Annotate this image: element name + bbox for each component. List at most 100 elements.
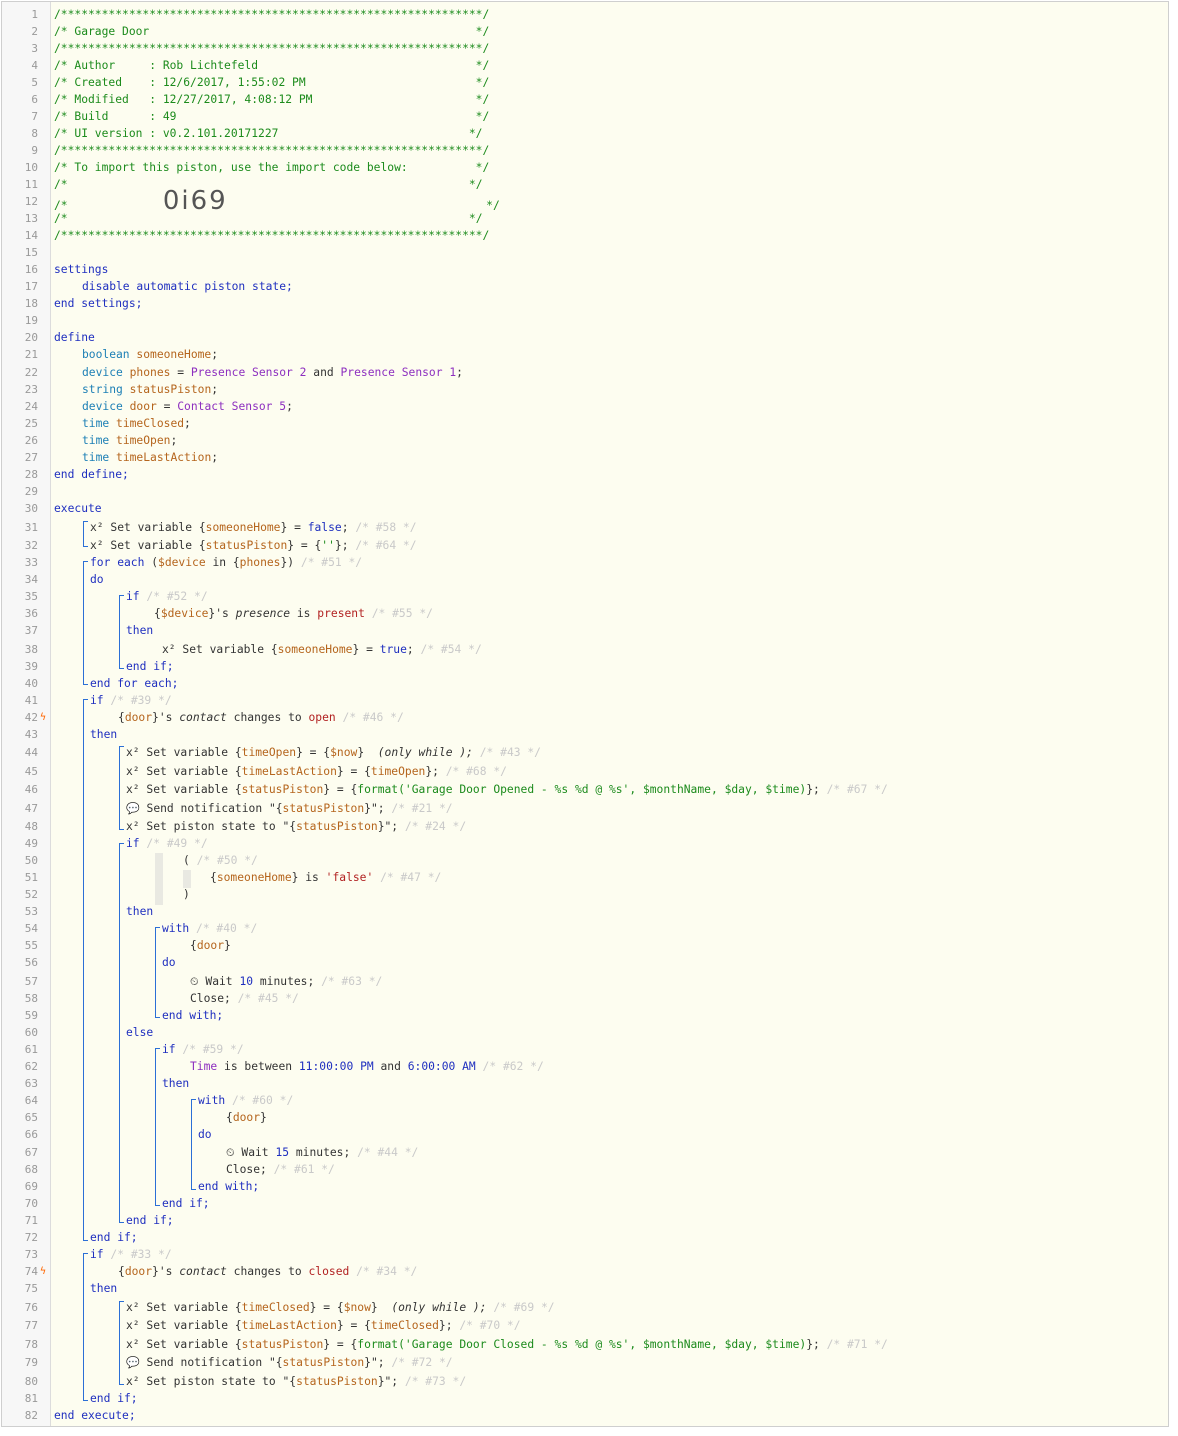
- code-line[interactable]: 4 /* Author : Rob Lichtefeld */: [2, 57, 1168, 74]
- line-number: 34: [24, 573, 38, 586]
- time-value: 6:00:00 AM: [407, 1060, 476, 1073]
- code-line[interactable]: 33 for each ($device in {phones}) /* #51 …: [2, 554, 1168, 571]
- code-line[interactable]: 32 x² Set variable {statusPiston} = {''};…: [2, 537, 1168, 554]
- code-line[interactable]: 7 /* Build : 49 */: [2, 108, 1168, 125]
- code-line[interactable]: 56 do: [2, 954, 1168, 971]
- code-line[interactable]: 28 end define;: [2, 466, 1168, 483]
- code-line[interactable]: 61 if /* #59 */: [2, 1041, 1168, 1058]
- code-line[interactable]: 64 with /* #60 */: [2, 1092, 1168, 1109]
- code-line[interactable]: 37 then: [2, 622, 1168, 639]
- code-line[interactable]: 47 💬 Send notification "{statusPiston}"; …: [2, 800, 1168, 817]
- code-line[interactable]: 31 x² Set variable {someoneHome} = false;…: [2, 519, 1168, 536]
- code-line[interactable]: 43 then: [2, 726, 1168, 743]
- code-line[interactable]: 60 else: [2, 1024, 1168, 1041]
- code-text: 💬 Send notification "{statusPiston}"; /*…: [126, 1356, 453, 1369]
- code-line[interactable]: 51 {someoneHome} is 'false' /* #47 */: [2, 869, 1168, 886]
- code-line[interactable]: 52): [2, 886, 1168, 903]
- line-number: 67: [24, 1146, 38, 1159]
- code-line[interactable]: 72 end if;: [2, 1229, 1168, 1246]
- code-line[interactable]: 76 x² Set variable {timeClosed} = {$now} …: [2, 1299, 1168, 1316]
- code-line[interactable]: 25 time timeClosed;: [2, 415, 1168, 432]
- code-line[interactable]: 54 with /* #40 */: [2, 920, 1168, 937]
- code-line[interactable]: 27 time timeLastAction;: [2, 449, 1168, 466]
- code-line[interactable]: 29: [2, 483, 1168, 500]
- code-text: end define;: [54, 466, 129, 483]
- code-line[interactable]: 34 do: [2, 571, 1168, 588]
- code-line[interactable]: 73 if /* #33 */: [2, 1246, 1168, 1263]
- code-line[interactable]: 6 /* Modified : 12/27/2017, 4:08:12 PM */: [2, 91, 1168, 108]
- code-line[interactable]: 22 device phones = Presence Sensor 2 and …: [2, 364, 1168, 381]
- code-line[interactable]: 20 define: [2, 329, 1168, 346]
- code-line[interactable]: 62 Time is between 11:00:00 PM and 6:00:0…: [2, 1058, 1168, 1075]
- code-line[interactable]: 41 if /* #39 */: [2, 692, 1168, 709]
- code-line[interactable]: 1 /**************************************…: [2, 6, 1168, 23]
- code-line[interactable]: 9 /**************************************…: [2, 142, 1168, 159]
- code-line[interactable]: 55 {door}: [2, 937, 1168, 954]
- code-line[interactable]: 74 ϟ {door}'s contact changes to closed /*…: [2, 1263, 1168, 1280]
- code-line[interactable]: 15: [2, 244, 1168, 261]
- code-line[interactable]: 49 if /* #49 */: [2, 835, 1168, 852]
- code-line[interactable]: 26 time timeOpen;: [2, 432, 1168, 449]
- code-line[interactable]: 5 /* Created : 12/6/2017, 1:55:02 PM */: [2, 74, 1168, 91]
- code-line[interactable]: 57 ⏲ Wait 10 minutes; /* #63 */: [2, 973, 1168, 990]
- code-line[interactable]: 46 x² Set variable {statusPiston} = {form…: [2, 781, 1168, 798]
- line-number: 73: [24, 1248, 38, 1261]
- import-line: /* To import this piston, use the import…: [54, 161, 490, 174]
- var-ref: $device: [158, 556, 206, 569]
- code-line[interactable]: 14 /*************************************…: [2, 227, 1168, 244]
- code-line[interactable]: 50 ( /* #50 */: [2, 852, 1168, 869]
- code-line[interactable]: 42 ϟ {door}'s contact changes to open /* #…: [2, 709, 1168, 726]
- line-number: 29: [24, 485, 38, 498]
- code-line[interactable]: 59 end with;: [2, 1007, 1168, 1024]
- line-number: 5: [31, 76, 38, 89]
- code-line[interactable]: 2 /* Garage Door */: [2, 23, 1168, 40]
- code-line[interactable]: 18 end settings;: [2, 295, 1168, 312]
- code-line[interactable]: 10 /* To import this piston, use the impo…: [2, 159, 1168, 176]
- code-line[interactable]: 19: [2, 312, 1168, 329]
- code-line[interactable]: 58 Close; /* #45 */: [2, 990, 1168, 1007]
- type-device: device: [82, 366, 123, 379]
- code-line[interactable]: 36 {$device}'s presence is present /* #55…: [2, 605, 1168, 622]
- code-line[interactable]: 30 execute: [2, 500, 1168, 517]
- code-line[interactable]: 8 /* UI version : v0.2.101.20171227 */: [2, 125, 1168, 142]
- code-line[interactable]: 38 x² Set variable {someoneHome} = true; …: [2, 641, 1168, 658]
- end-settings-keyword: end settings;: [54, 297, 143, 310]
- code-line[interactable]: 3 /**************************************…: [2, 40, 1168, 57]
- code-line[interactable]: 82 end execute;: [2, 1407, 1168, 1424]
- line-number: 38: [24, 643, 38, 656]
- code-line[interactable]: 79 💬 Send notification "{statusPiston}"; …: [2, 1354, 1168, 1371]
- code-line[interactable]: 71 end if;: [2, 1212, 1168, 1229]
- code-line[interactable]: 69 end with;: [2, 1178, 1168, 1195]
- wait-duration: 15: [275, 1146, 290, 1159]
- code-line[interactable]: 35 if /* #52 */: [2, 588, 1168, 605]
- code-line[interactable]: 65 {door}: [2, 1109, 1168, 1126]
- code-line[interactable]: 67 ⏲ Wait 15 minutes; /* #44 */: [2, 1144, 1168, 1161]
- code-line[interactable]: 40 end for each;: [2, 675, 1168, 692]
- code-line[interactable]: 12/* 0i69 */: [2, 188, 1168, 214]
- code-line[interactable]: 70 end if;: [2, 1195, 1168, 1212]
- var-ref: door: [232, 1111, 261, 1124]
- end-if-keyword: end if;: [162, 1197, 210, 1210]
- code-line[interactable]: 48 x² Set piston state to "{statusPiston}…: [2, 818, 1168, 835]
- code-line[interactable]: 45 x² Set variable {timeLastAction} = {ti…: [2, 763, 1168, 780]
- code-line[interactable]: 24 device door = Contact Sensor 5;: [2, 398, 1168, 415]
- code-line[interactable]: 39 end if;: [2, 658, 1168, 675]
- code-line[interactable]: 53 then: [2, 903, 1168, 920]
- code-line[interactable]: 66 do: [2, 1126, 1168, 1143]
- code-text: /* Garage Door */: [54, 23, 489, 40]
- code-line[interactable]: 78 x² Set variable {statusPiston} = {form…: [2, 1336, 1168, 1353]
- only-while-clause: (only while );: [391, 1301, 487, 1314]
- code-line[interactable]: 17 disable automatic piston state;: [2, 278, 1168, 295]
- code-line[interactable]: 13 /* */: [2, 210, 1168, 227]
- code-line[interactable]: 16 settings: [2, 261, 1168, 278]
- code-line[interactable]: 75 then: [2, 1280, 1168, 1297]
- code-line[interactable]: 80 x² Set piston state to "{statusPiston}…: [2, 1373, 1168, 1390]
- author-line: /* Author : Rob Lichtefeld */: [54, 59, 490, 72]
- code-line[interactable]: 63 then: [2, 1075, 1168, 1092]
- code-line[interactable]: 81 end if;: [2, 1390, 1168, 1407]
- code-line[interactable]: 77 x² Set variable {timeLastAction} = {ti…: [2, 1317, 1168, 1334]
- code-line[interactable]: 68 Close; /* #61 */: [2, 1161, 1168, 1178]
- code-line[interactable]: 44 x² Set variable {timeOpen} = {$now} (o…: [2, 744, 1168, 761]
- code-line[interactable]: 21 boolean someoneHome;: [2, 346, 1168, 363]
- code-line[interactable]: 23 string statusPiston;: [2, 381, 1168, 398]
